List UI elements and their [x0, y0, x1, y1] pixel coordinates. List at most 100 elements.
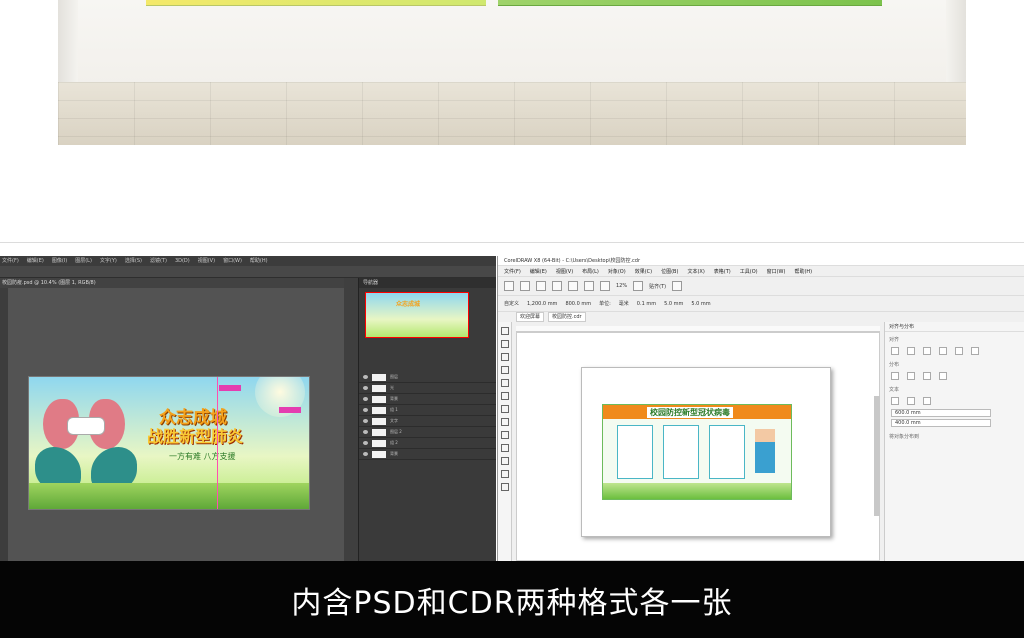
- ps-panel-icons[interactable]: [344, 278, 358, 561]
- eyedropper-tool-icon[interactable]: [501, 470, 509, 478]
- save-icon[interactable]: [536, 281, 546, 291]
- rectangle-tool-icon[interactable]: [501, 405, 509, 413]
- units-select[interactable]: 毫米: [619, 300, 629, 307]
- x-position-field[interactable]: 600.0 mm: [891, 409, 991, 417]
- ps-menu-edit[interactable]: 编辑(E): [27, 256, 44, 266]
- ps-document-canvas[interactable]: 众志成城 战胜新型肺炎 一方有难 八方支援: [28, 376, 310, 510]
- connector-tool-icon[interactable]: [501, 457, 509, 465]
- page-height-field[interactable]: 800.0 mm: [565, 301, 591, 307]
- ps-menu-layer[interactable]: 图层(L): [75, 256, 92, 266]
- export-icon[interactable]: [600, 281, 610, 291]
- eye-icon[interactable]: [363, 375, 368, 379]
- redo-icon[interactable]: [568, 281, 578, 291]
- nudge-field[interactable]: 0.1 mm: [637, 301, 656, 307]
- fill-tool-icon[interactable]: [501, 483, 509, 491]
- eye-icon[interactable]: [363, 397, 368, 401]
- tab-welcome[interactable]: 欢迎屏幕: [516, 312, 545, 322]
- eye-icon[interactable]: [363, 441, 368, 445]
- align-top-icon[interactable]: [939, 347, 947, 355]
- polygon-tool-icon[interactable]: [501, 431, 509, 439]
- align-center-icon[interactable]: [907, 347, 915, 355]
- distribute-center-icon[interactable]: [907, 372, 915, 380]
- page-width-field[interactable]: 1,200.0 mm: [527, 301, 557, 307]
- align-bottom-icon[interactable]: [971, 347, 979, 355]
- layer-row[interactable]: 背景: [359, 449, 496, 460]
- layer-row[interactable]: 文字: [359, 416, 496, 427]
- cd-menu-window[interactable]: 窗口(W): [767, 268, 786, 275]
- snap-to-button[interactable]: 贴齐(T): [649, 283, 666, 290]
- align-middle-icon[interactable]: [955, 347, 963, 355]
- eye-icon[interactable]: [363, 408, 368, 412]
- ps-menu-type[interactable]: 文字(Y): [100, 256, 117, 266]
- navigator-thumbnail[interactable]: 众志成城: [365, 292, 469, 338]
- eye-icon[interactable]: [363, 386, 368, 390]
- text-align-icon[interactable]: [923, 397, 931, 405]
- zoom-level[interactable]: 12%: [616, 283, 627, 289]
- ps-menu-file[interactable]: 文件(F): [2, 256, 19, 266]
- cd-menu-text[interactable]: 文本(X): [687, 268, 704, 275]
- cd-menu-file[interactable]: 文件(F): [504, 268, 521, 275]
- cd-menu-tools[interactable]: 工具(O): [740, 268, 758, 275]
- eye-icon[interactable]: [363, 419, 368, 423]
- import-icon[interactable]: [584, 281, 594, 291]
- crop-tool-icon[interactable]: [501, 353, 509, 361]
- ps-menu-help[interactable]: 帮助(H): [250, 256, 268, 266]
- freehand-tool-icon[interactable]: [501, 379, 509, 387]
- zoom-tool-icon[interactable]: [501, 366, 509, 374]
- layer-row[interactable]: 图层: [359, 372, 496, 383]
- guide-line[interactable]: [217, 377, 218, 509]
- cd-menu-bitmap[interactable]: 位图(B): [661, 268, 678, 275]
- text-align-icon[interactable]: [891, 397, 899, 405]
- cd-menu-layout[interactable]: 布局(L): [582, 268, 599, 275]
- ps-menu-view[interactable]: 视图(V): [198, 256, 215, 266]
- fullscreen-icon[interactable]: [633, 281, 644, 291]
- layer-row[interactable]: 图层 2: [359, 427, 496, 438]
- ps-menu-window[interactable]: 窗口(W): [223, 256, 242, 266]
- navigator-header[interactable]: 导航器: [359, 278, 496, 288]
- tab-document[interactable]: 校园防控.cdr: [548, 312, 586, 322]
- text-tool-icon[interactable]: [501, 444, 509, 452]
- new-icon[interactable]: [504, 281, 514, 291]
- docker-section-text: 文本: [889, 387, 900, 393]
- distribute-left-icon[interactable]: [891, 372, 899, 380]
- layer-row[interactable]: 背景: [359, 394, 496, 405]
- cd-page[interactable]: 校园防控新型冠状病毒: [581, 367, 831, 537]
- layer-row[interactable]: 光: [359, 383, 496, 394]
- distribute-spacing-icon[interactable]: [939, 372, 947, 380]
- layer-row[interactable]: 组 1: [359, 405, 496, 416]
- vertical-scrollbar[interactable]: [874, 396, 880, 516]
- cd-menu-view[interactable]: 视图(V): [556, 268, 573, 275]
- duplicate-x-field[interactable]: 5.0 mm: [664, 301, 683, 307]
- cd-menu-object[interactable]: 对象(O): [608, 268, 626, 275]
- artistic-media-icon[interactable]: [501, 392, 509, 400]
- open-icon[interactable]: [520, 281, 530, 291]
- docker-section-distribute-to: 将对象分布到: [889, 434, 920, 440]
- cd-menu-effects[interactable]: 效果(C): [635, 268, 652, 275]
- align-right-icon[interactable]: [923, 347, 931, 355]
- ps-menu-filter[interactable]: 滤镜(T): [150, 256, 167, 266]
- gear-icon[interactable]: [672, 281, 683, 291]
- ps-menu-image[interactable]: 图像(I): [52, 256, 67, 266]
- eye-icon[interactable]: [363, 430, 368, 434]
- align-left-icon[interactable]: [891, 347, 899, 355]
- ellipse-tool-icon[interactable]: [501, 418, 509, 426]
- y-position-field[interactable]: 400.0 mm: [891, 419, 991, 427]
- layer-row[interactable]: 组 2: [359, 438, 496, 449]
- undo-icon[interactable]: [552, 281, 562, 291]
- cd-drawing-canvas[interactable]: 校园防控新型冠状病毒: [516, 332, 880, 561]
- cd-poster-artwork[interactable]: 校园防控新型冠状病毒: [602, 404, 792, 500]
- distribute-right-icon[interactable]: [923, 372, 931, 380]
- text-align-icon[interactable]: [907, 397, 915, 405]
- pick-tool-icon[interactable]: [501, 327, 509, 335]
- ps-toolbox[interactable]: [0, 288, 8, 561]
- shape-tool-icon[interactable]: [501, 340, 509, 348]
- eye-icon[interactable]: [363, 452, 368, 456]
- cd-menu-edit[interactable]: 编辑(E): [530, 268, 547, 275]
- duplicate-y-field[interactable]: 5.0 mm: [691, 301, 710, 307]
- cd-menu-help[interactable]: 帮助(H): [794, 268, 812, 275]
- ps-menu-3d[interactable]: 3D(D): [175, 256, 190, 266]
- cd-menu-table[interactable]: 表格(T): [714, 268, 731, 275]
- ps-menu-select[interactable]: 选择(S): [125, 256, 142, 266]
- text-align-buttons: [885, 395, 1024, 407]
- page-preset-select[interactable]: 自定义: [504, 300, 519, 307]
